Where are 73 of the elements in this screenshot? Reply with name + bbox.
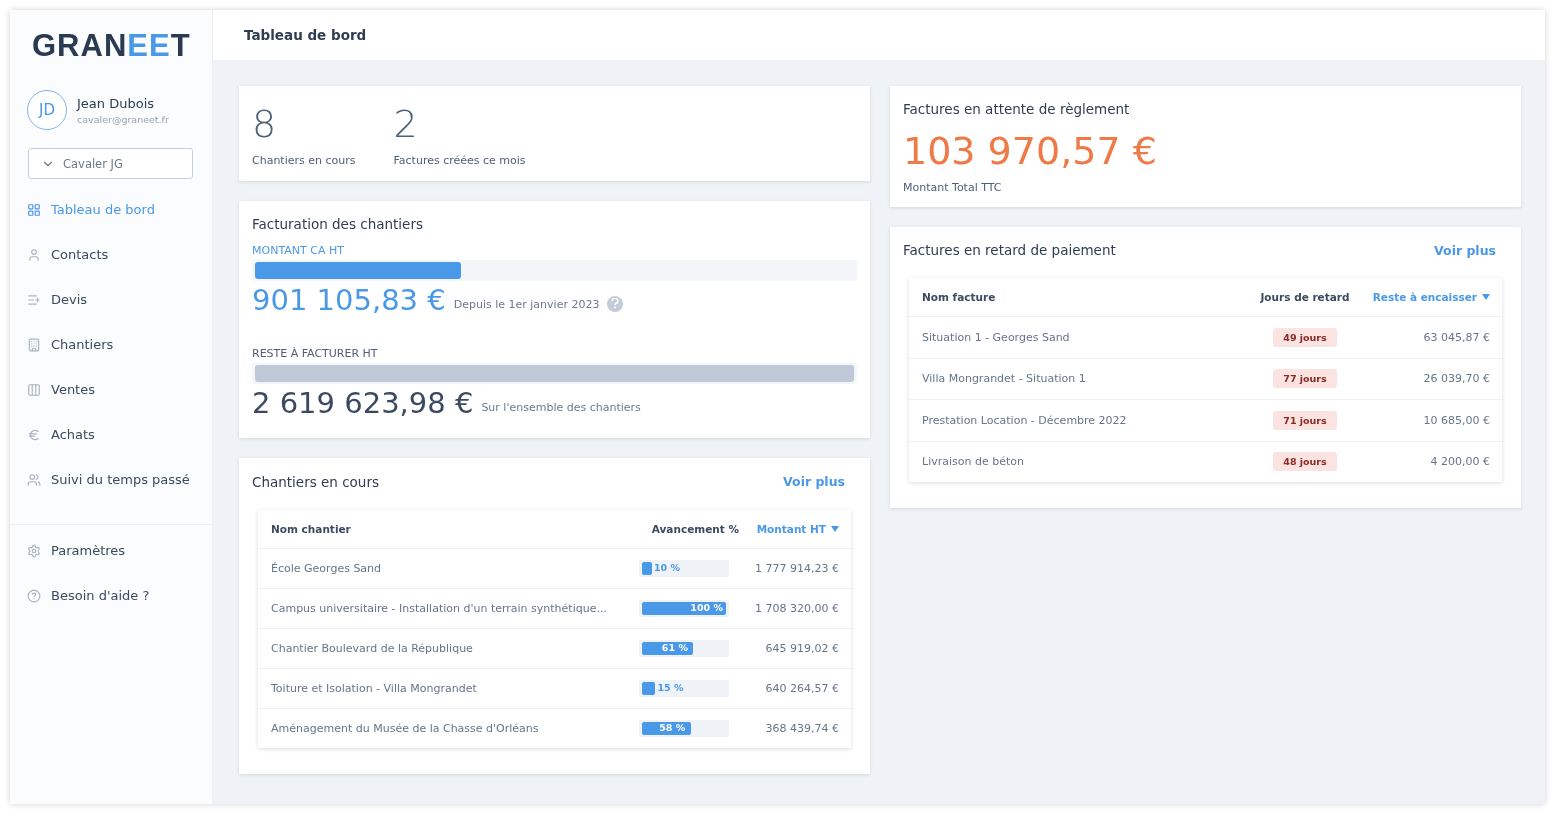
stat-value: 8 xyxy=(252,104,278,146)
pending-amount: 103 970,57 € xyxy=(903,129,1158,173)
sort-down-icon xyxy=(1482,294,1490,300)
avatar: JD xyxy=(27,90,67,130)
table-cell-text: 1 708 320,00 € xyxy=(754,601,839,615)
amount-note: Depuis le 1er janvier 2023 xyxy=(453,298,600,312)
card-title: Chantiers en cours xyxy=(252,473,379,490)
sidebar-item[interactable]: Paramètres xyxy=(10,528,212,573)
delay-badge: 77 jours xyxy=(1273,369,1337,389)
table-cell-text: Villa Mongrandet - Situation 1 xyxy=(922,372,1087,386)
progress-label: 58 % xyxy=(659,721,686,733)
table-cell-text: Campus universitaire - Installation d'un terrain synthétique... xyxy=(271,601,608,615)
delay-badge: 48 jours xyxy=(1273,452,1337,472)
amount-note: Sur l'ensemble des chantiers xyxy=(481,401,641,415)
sidebar-item[interactable]: Achats xyxy=(10,412,212,457)
settings-icon xyxy=(27,543,41,558)
user-email: cavaler@graneet.fr xyxy=(77,113,169,125)
help-icon[interactable] xyxy=(607,295,624,312)
sidebar-item[interactable]: Contacts xyxy=(10,232,212,277)
delay-badge: 71 jours xyxy=(1273,410,1337,430)
progress-label: 61 % xyxy=(661,641,688,653)
user-name: Jean Dubois xyxy=(77,95,155,111)
help-icon xyxy=(27,588,41,603)
building-icon xyxy=(27,337,41,352)
column-header: Jours de retard xyxy=(1259,291,1351,303)
column-header: Avancement % xyxy=(650,522,739,535)
column-header: Nom chantier xyxy=(271,522,352,535)
page-title: Tableau de bord xyxy=(213,10,1545,60)
card-title: Factures en attente de règlement xyxy=(903,101,1131,117)
logo: GRANEET xyxy=(31,27,192,65)
table-cell-text: Chantier Boulevard de la République xyxy=(271,641,474,655)
company-select[interactable]: Cavaler JG xyxy=(28,148,193,179)
card-title: Factures en retard de paiement xyxy=(903,242,1116,258)
progress-label: 10 % xyxy=(654,561,681,573)
euro-icon xyxy=(27,427,41,442)
metric-label: MONTANT CA HT xyxy=(252,243,345,257)
table-cell-text: Prestation Location - Décembre 2022 xyxy=(922,413,1128,427)
table-cell-text: 1 777 914,23 € xyxy=(754,561,839,575)
sidebar-item[interactable]: Ventes xyxy=(10,367,212,412)
table-cell-text: 10 685,00 € xyxy=(1422,413,1490,427)
table-cell-text: Toiture et Isolation - Villa Mongrandet xyxy=(271,681,478,695)
table-cell-text: 645 919,02 € xyxy=(764,641,839,655)
card-title: Facturation des chantiers xyxy=(252,215,424,232)
person-icon xyxy=(27,247,41,262)
table-cell-text: Aménagement du Musée de la Chasse d'Orléans xyxy=(271,721,540,735)
invoiced-amount: 901 105,83 € xyxy=(252,282,446,317)
table-cell-text: 368 439,74 € xyxy=(764,721,839,735)
table-cell-text: Situation 1 - Georges Sand xyxy=(922,330,1071,344)
progress-label: 100 % xyxy=(690,601,723,613)
delay-badge: 49 jours xyxy=(1273,327,1337,347)
sidebar-item[interactable]: Chantiers xyxy=(10,322,212,367)
stat-label: Factures créées ce mois xyxy=(393,153,526,167)
sidebar-item[interactable]: Suivi du temps passé xyxy=(10,457,212,502)
dashboard-icon xyxy=(27,202,41,217)
table-cell-text: Livraison de béton xyxy=(922,455,1025,469)
stat-value: 2 xyxy=(393,104,419,146)
columns-icon xyxy=(27,382,41,397)
sidebar-item[interactable]: Besoin d'aide ? xyxy=(10,573,212,618)
list-plus-icon xyxy=(27,292,41,307)
stat-label: Chantiers en cours xyxy=(252,153,356,167)
table-cell-text: École Georges Sand xyxy=(271,561,383,575)
remaining-amount: 2 619 623,98 € xyxy=(252,385,474,420)
column-header: Nom facture xyxy=(922,291,997,303)
amount-caption: Montant Total TTC xyxy=(903,181,1003,194)
table-cell-text: 4 200,00 € xyxy=(1429,455,1490,469)
table-cell-text: 26 039,70 € xyxy=(1422,372,1490,386)
table-cell-text: 640 264,57 € xyxy=(764,681,839,695)
progress-label: 15 % xyxy=(657,681,684,693)
sidebar-item[interactable]: Devis xyxy=(10,277,212,322)
people-icon xyxy=(27,472,41,487)
sort-down-icon xyxy=(831,525,839,532)
table-cell-text: 63 045,87 € xyxy=(1422,330,1490,344)
metric-label: RESTE À FACTURER HT xyxy=(252,346,379,360)
